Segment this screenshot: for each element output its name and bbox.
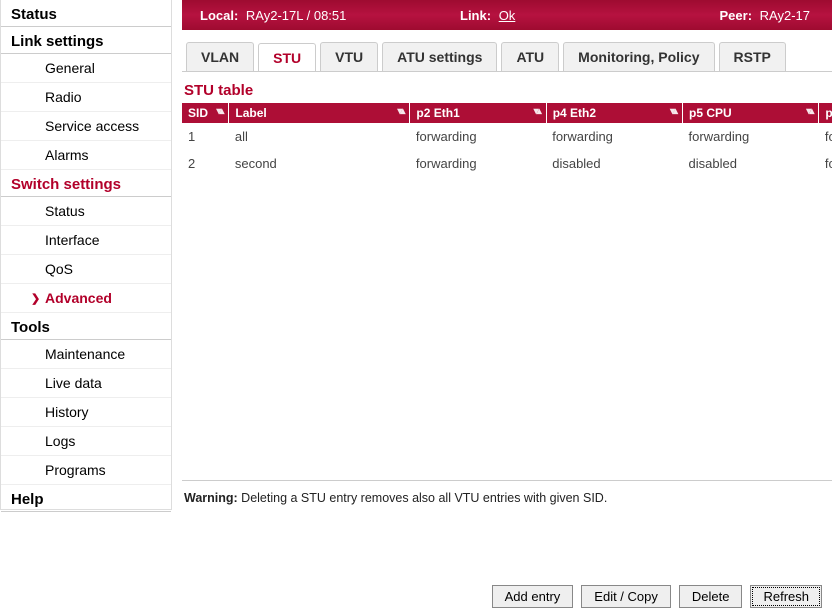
nav-section-switch-settings[interactable]: Switch settings bbox=[1, 170, 171, 197]
cell-p2: forwarding bbox=[410, 123, 546, 150]
content: STU table SID▾▴ Label▾▴ p2 Eth1▾▴ p4 Eth… bbox=[182, 72, 832, 505]
tab-atu[interactable]: ATU bbox=[501, 42, 559, 71]
topbar-peer-value: RAy2-17 bbox=[760, 8, 810, 23]
sort-icon[interactable]: ▾▴ bbox=[397, 106, 403, 117]
action-buttons: Add entry Edit / Copy Delete Refresh bbox=[492, 585, 822, 608]
topbar-local-label: Local: bbox=[200, 8, 238, 23]
sidebar: Status Link settings General Radio Servi… bbox=[0, 0, 172, 510]
nav-item-interface[interactable]: Interface bbox=[1, 226, 171, 255]
warning-text: Deleting a STU entry removes also all VT… bbox=[238, 491, 608, 505]
nav-item-programs[interactable]: Programs bbox=[1, 456, 171, 485]
cell-p4: disabled bbox=[546, 150, 682, 177]
sort-icon[interactable]: ▾▴ bbox=[670, 106, 676, 117]
table-row[interactable]: 2 second forwarding disabled disabled fo… bbox=[182, 150, 832, 177]
tab-monitoring-policy[interactable]: Monitoring, Policy bbox=[563, 42, 714, 71]
tab-stu[interactable]: STU bbox=[258, 43, 316, 72]
tab-vlan[interactable]: VLAN bbox=[186, 42, 254, 71]
cell-p5: disabled bbox=[683, 150, 819, 177]
cell-p4: forwarding bbox=[546, 123, 682, 150]
add-entry-button[interactable]: Add entry bbox=[492, 585, 574, 608]
refresh-button[interactable]: Refresh bbox=[750, 585, 822, 608]
cell-sid: 2 bbox=[182, 150, 229, 177]
table-row[interactable]: 1 all forwarding forwarding forwarding f… bbox=[182, 123, 832, 150]
nav-item-general[interactable]: General bbox=[1, 54, 171, 83]
col-label[interactable]: Label▾▴ bbox=[229, 103, 410, 123]
col-p5[interactable]: p5 CPU▾▴ bbox=[683, 103, 819, 123]
nav-item-service-access[interactable]: Service access bbox=[1, 112, 171, 141]
stu-table: SID▾▴ Label▾▴ p2 Eth1▾▴ p4 Eth2▾▴ p5 CPU… bbox=[182, 103, 832, 177]
table-scroll[interactable]: SID▾▴ Label▾▴ p2 Eth1▾▴ p4 Eth2▾▴ p5 CPU… bbox=[182, 103, 832, 481]
nav-item-radio[interactable]: Radio bbox=[1, 83, 171, 112]
sort-icon[interactable]: ▾▴ bbox=[806, 106, 812, 117]
nav-section-tools[interactable]: Tools bbox=[1, 313, 171, 340]
delete-button[interactable]: Delete bbox=[679, 585, 743, 608]
topbar-local-value: RAy2-17L / 08:51 bbox=[246, 8, 346, 23]
nav-item-logs[interactable]: Logs bbox=[1, 427, 171, 456]
cell-p6: forw bbox=[819, 150, 832, 177]
nav-item-history[interactable]: History bbox=[1, 398, 171, 427]
topbar: Local: RAy2-17L / 08:51 Link: Ok Peer: R… bbox=[182, 0, 832, 30]
cell-p2: forwarding bbox=[410, 150, 546, 177]
tab-vtu[interactable]: VTU bbox=[320, 42, 378, 71]
col-p4[interactable]: p4 Eth2▾▴ bbox=[546, 103, 682, 123]
nav-section-help[interactable]: Help bbox=[1, 485, 171, 512]
main-area: Local: RAy2-17L / 08:51 Link: Ok Peer: R… bbox=[172, 0, 834, 616]
cell-sid: 1 bbox=[182, 123, 229, 150]
topbar-peer-label: Peer: bbox=[720, 8, 753, 23]
nav-item-qos[interactable]: QoS bbox=[1, 255, 171, 284]
warning-prefix: Warning: bbox=[184, 491, 238, 505]
sort-icon[interactable]: ▾▴ bbox=[534, 106, 540, 117]
cell-label: second bbox=[229, 150, 410, 177]
nav-section-link-settings[interactable]: Link settings bbox=[1, 27, 171, 54]
cell-p5: forwarding bbox=[683, 123, 819, 150]
nav-item-live-data[interactable]: Live data bbox=[1, 369, 171, 398]
topbar-link-value[interactable]: Ok bbox=[499, 8, 516, 23]
topbar-link-label: Link: bbox=[460, 8, 491, 23]
nav-section-status[interactable]: Status bbox=[1, 0, 171, 27]
nav-item-advanced[interactable]: Advanced bbox=[1, 284, 171, 313]
col-p6[interactable]: p6 bbox=[819, 103, 832, 123]
tabs: VLAN STU VTU ATU settings ATU Monitoring… bbox=[182, 42, 832, 72]
cell-p6: forw bbox=[819, 123, 832, 150]
col-p2[interactable]: p2 Eth1▾▴ bbox=[410, 103, 546, 123]
col-sid[interactable]: SID▾▴ bbox=[182, 103, 229, 123]
edit-copy-button[interactable]: Edit / Copy bbox=[581, 585, 671, 608]
tab-atu-settings[interactable]: ATU settings bbox=[382, 42, 497, 71]
cell-label: all bbox=[229, 123, 410, 150]
tab-rstp[interactable]: RSTP bbox=[719, 42, 786, 71]
nav-item-alarms[interactable]: Alarms bbox=[1, 141, 171, 170]
warning-line: Warning: Deleting a STU entry removes al… bbox=[182, 481, 832, 505]
sort-icon[interactable]: ▾▴ bbox=[216, 106, 222, 117]
nav-item-switch-status[interactable]: Status bbox=[1, 197, 171, 226]
nav-item-maintenance[interactable]: Maintenance bbox=[1, 340, 171, 369]
table-title: STU table bbox=[182, 78, 832, 103]
